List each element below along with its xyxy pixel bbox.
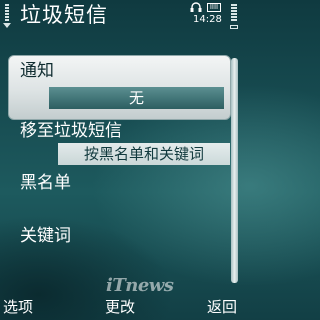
- setting-notification[interactable]: 通知 无: [8, 55, 231, 120]
- scrollbar[interactable]: [231, 58, 238, 283]
- page-title: 垃圾短信: [20, 3, 108, 27]
- setting-keywords[interactable]: 关键词: [8, 225, 231, 277]
- softkey-bar: 选项 更改 返回: [0, 296, 240, 320]
- headset-icon: [190, 2, 202, 12]
- options-softkey[interactable]: 选项: [3, 296, 33, 318]
- status-bar: 垃圾短信 IIII 14:28: [0, 0, 240, 30]
- setting-move-to-spam[interactable]: 移至垃圾短信 按黑名单和关键词: [8, 120, 231, 172]
- clock: 14:28: [193, 14, 222, 25]
- signal-strength-icon: [2, 3, 12, 28]
- setting-label: 关键词: [20, 226, 71, 246]
- scrollbar-thumb[interactable]: [231, 58, 238, 283]
- change-softkey[interactable]: 更改: [105, 296, 135, 318]
- setting-blacklist[interactable]: 黑名单: [8, 172, 231, 224]
- setting-value: 无: [49, 87, 224, 109]
- setting-value: 按黑名单和关键词: [58, 143, 230, 165]
- watermark-logo: iTnews: [106, 275, 174, 296]
- back-softkey[interactable]: 返回: [207, 296, 237, 318]
- message-indicator-icon: IIII: [207, 3, 221, 12]
- setting-label: 黑名单: [20, 173, 71, 193]
- setting-label: 通知: [20, 61, 54, 81]
- battery-icon: [230, 3, 238, 29]
- setting-label: 移至垃圾短信: [20, 121, 122, 141]
